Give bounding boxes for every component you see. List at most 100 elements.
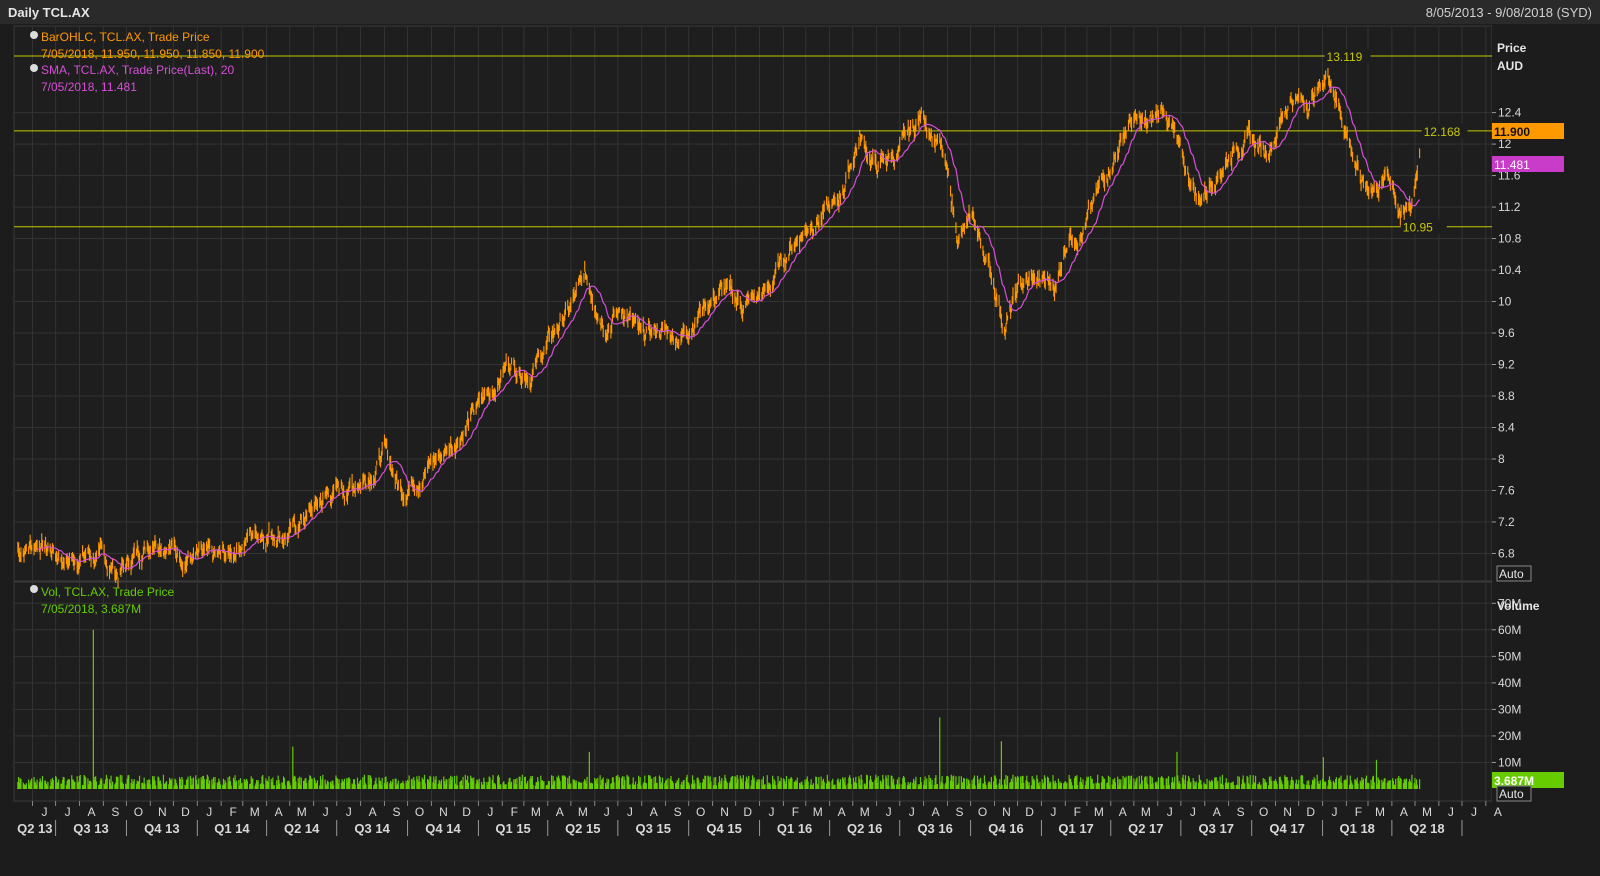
quarter-label: Q2 14	[284, 821, 320, 836]
quarter-label: Q3 16	[917, 821, 952, 836]
month-tick-label: F	[230, 805, 237, 819]
month-tick-label: J	[323, 805, 329, 819]
legend-ohlc-icon[interactable]	[30, 31, 38, 39]
quarter-label: Q4 16	[988, 821, 1023, 836]
month-tick-label: N	[1283, 805, 1292, 819]
month-tick-label: M	[297, 805, 307, 819]
date-range: 8/05/2013 - 9/08/2018 (SYD)	[1426, 5, 1592, 20]
month-tick-label: O	[134, 805, 143, 819]
month-tick-label: D	[1306, 805, 1315, 819]
level-label: 10.95	[1403, 221, 1433, 235]
month-tick-label: J	[769, 805, 775, 819]
month-tick-label: S	[1237, 805, 1245, 819]
price-tick-label: 11.2	[1498, 200, 1521, 214]
quarter-label: Q4 13	[144, 821, 179, 836]
legend-volume: Vol, TCL.AX, Trade Price	[41, 585, 174, 599]
quarter-label: Q2 17	[1128, 821, 1163, 836]
price-tick-label: 7.2	[1498, 515, 1515, 529]
month-tick-label: J	[886, 805, 892, 819]
quarter-label: Q2 13	[17, 821, 52, 836]
month-tick-label: M	[860, 805, 870, 819]
quarter-label: Q2 18	[1409, 821, 1444, 836]
quarter-label: Q3 15	[636, 821, 671, 836]
month-tick-label: A	[650, 805, 658, 819]
month-tick-label: M	[1094, 805, 1104, 819]
price-tick-label: 12	[1498, 137, 1512, 151]
legend-sma-values: 7/05/2018, 11.481	[41, 80, 137, 94]
month-tick-label: F	[511, 805, 518, 819]
level-label: 12.168	[1424, 125, 1461, 139]
volume-auto-label: Auto	[1499, 787, 1524, 801]
price-tick-label: 8.8	[1498, 389, 1515, 403]
volume-tick-label: 30M	[1498, 702, 1521, 716]
month-tick-label: D	[462, 805, 471, 819]
legend-ohlc: BarOHLC, TCL.AX, Trade Price	[41, 30, 210, 44]
price-auto-label: Auto	[1499, 567, 1524, 581]
month-tick-label: A	[369, 805, 377, 819]
volume-tick-label: 40M	[1498, 676, 1521, 690]
legend-sma: SMA, TCL.AX, Trade Price(Last), 20	[41, 63, 235, 77]
volume-auto-button[interactable]: Auto	[1496, 785, 1532, 802]
month-tick-label: S	[674, 805, 682, 819]
title-bar	[0, 0, 1600, 24]
price-tick-label: 9.2	[1498, 358, 1515, 372]
price-tick-label: 10.8	[1498, 232, 1522, 246]
month-tick-label: A	[275, 805, 283, 819]
month-tick-label: J	[346, 805, 352, 819]
month-tick-label: N	[158, 805, 167, 819]
month-tick-label: F	[1355, 805, 1362, 819]
month-tick-label: J	[41, 805, 47, 819]
price-auto-button[interactable]: Auto	[1496, 565, 1532, 582]
month-tick-label: A	[87, 805, 95, 819]
month-tick-label: N	[1002, 805, 1011, 819]
month-tick-label: O	[696, 805, 705, 819]
month-tick-label: O	[978, 805, 987, 819]
quarter-label: Q1 16	[777, 821, 812, 836]
month-tick-label: J	[487, 805, 493, 819]
quarter-label: Q3 13	[73, 821, 108, 836]
sma-tag-label: 11.481	[1494, 158, 1530, 172]
price-tick-label: 6.8	[1498, 546, 1515, 560]
legend-ohlc-values: 7/05/2018, 11.950, 11.950, 11.850, 11.90…	[41, 47, 265, 61]
month-tick-label: S	[111, 805, 119, 819]
last-price-tag: 11.900	[1492, 123, 1564, 139]
price-tick-label: 7.6	[1498, 483, 1515, 497]
quarter-label: Q4 17	[1269, 821, 1304, 836]
price-plot-area	[13, 25, 1493, 582]
month-tick-label: A	[1213, 805, 1221, 819]
month-tick-label: J	[1471, 805, 1477, 819]
volume-tick-label: 10M	[1498, 755, 1521, 769]
month-tick-label: J	[1167, 805, 1173, 819]
month-tick-label: J	[65, 805, 71, 819]
level-label: 13.119	[1327, 50, 1363, 64]
quarter-label: Q3 17	[1199, 821, 1234, 836]
quarter-label: Q1 17	[1058, 821, 1093, 836]
legend-volume-values: 7/05/2018, 3.687M	[41, 602, 141, 616]
quarter-label: Q2 16	[847, 821, 882, 836]
month-tick-label: A	[1494, 805, 1502, 819]
volume-axis-title: Volume	[1497, 599, 1540, 613]
month-tick-label: J	[1448, 805, 1454, 819]
month-tick-label: A	[838, 805, 846, 819]
month-tick-label: J	[909, 805, 915, 819]
month-tick-label: M	[813, 805, 823, 819]
quarter-label: Q2 15	[565, 821, 600, 836]
month-tick-label: J	[1190, 805, 1196, 819]
price-tick-label: 9.6	[1498, 326, 1515, 340]
month-tick-label: M	[1141, 805, 1151, 819]
chart-svg: Daily TCL.AX 8/05/2013 - 9/08/2018 (SYD)…	[0, 0, 1600, 876]
price-tick-label: 12.4	[1498, 106, 1522, 120]
legend-sma-icon[interactable]	[30, 64, 38, 72]
month-tick-label: F	[792, 805, 799, 819]
month-tick-label: J	[604, 805, 610, 819]
month-tick-label: S	[955, 805, 963, 819]
month-tick-label: F	[1074, 805, 1081, 819]
month-tick-label: A	[1400, 805, 1408, 819]
price-tick-label: 10.4	[1498, 263, 1522, 277]
month-tick-label: A	[932, 805, 940, 819]
month-tick-label: N	[439, 805, 448, 819]
quarter-label: Q1 15	[495, 821, 530, 836]
last-price-tag-label: 11.900	[1494, 125, 1530, 139]
legend-volume-icon[interactable]	[30, 585, 38, 593]
month-tick-label: J	[1332, 805, 1338, 819]
